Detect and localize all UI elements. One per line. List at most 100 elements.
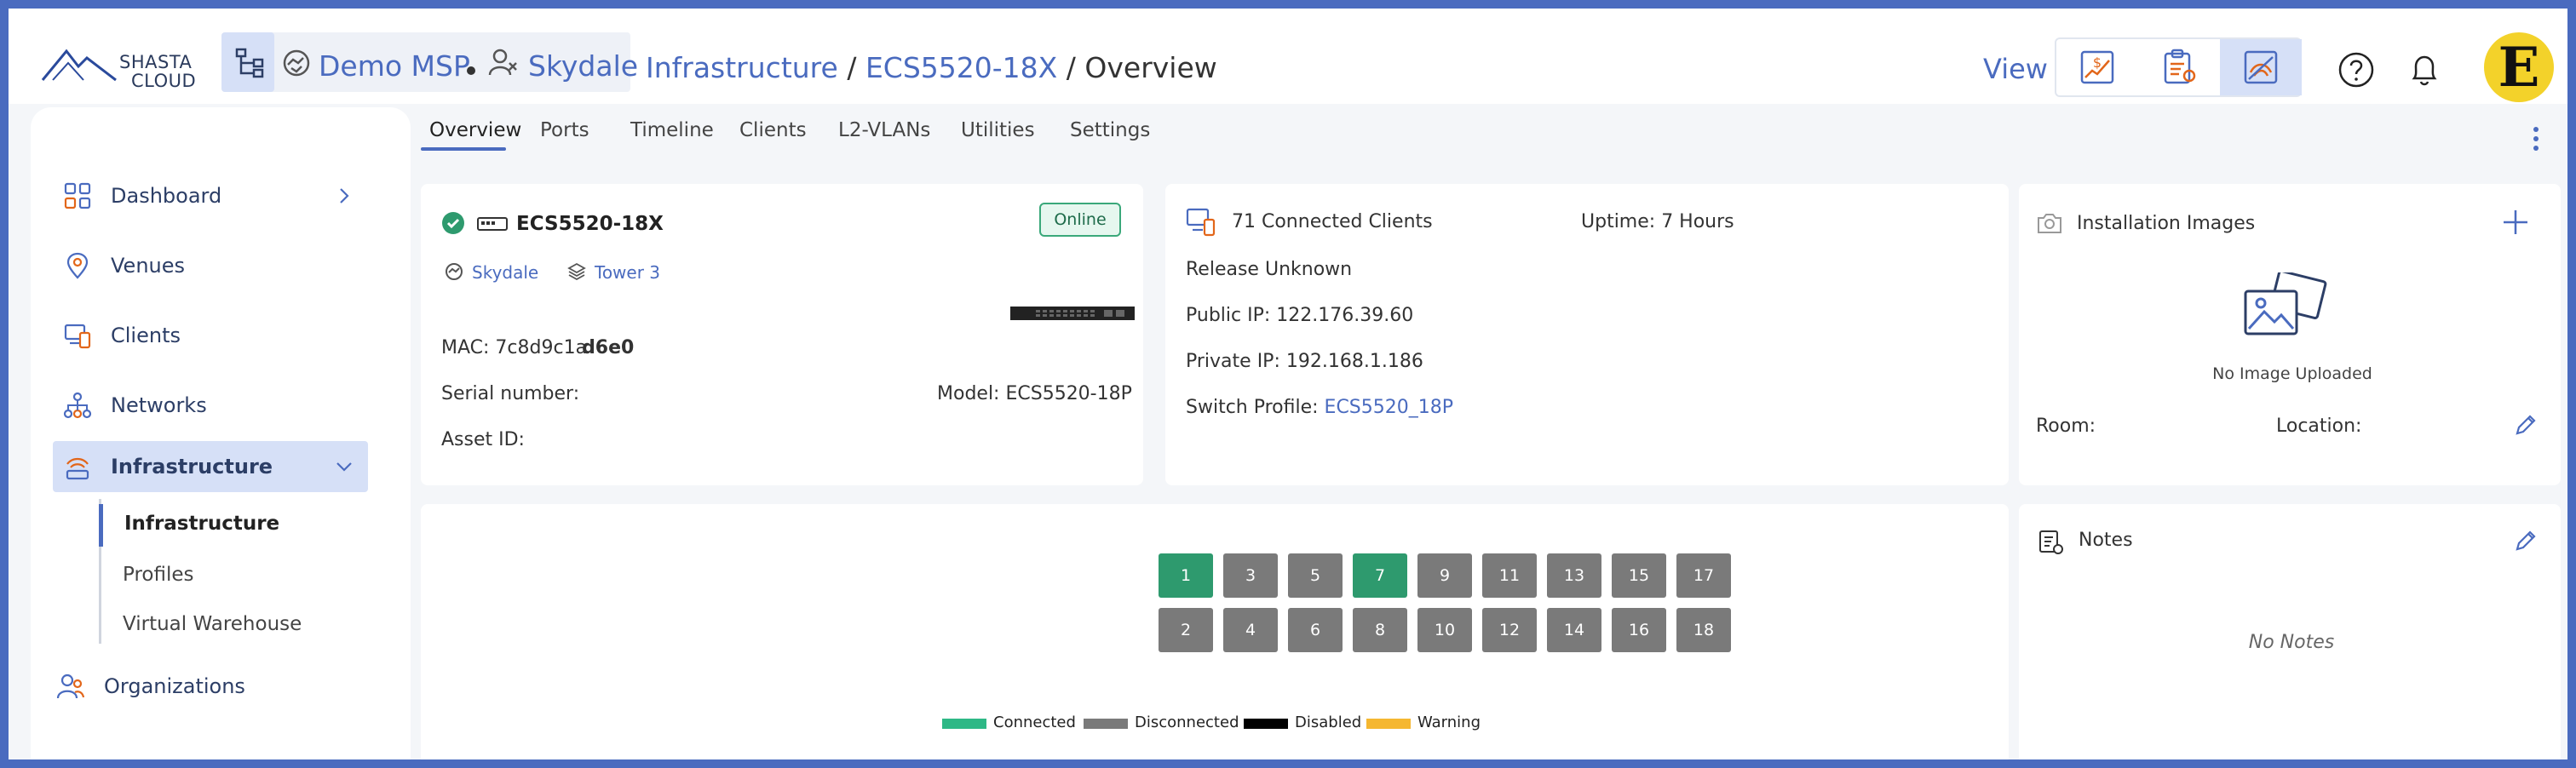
port-18[interactable]: 18: [1676, 608, 1731, 652]
mac-row: MAC: 7c8d9c1ad6e0: [441, 337, 634, 358]
tab-clients[interactable]: Clients: [739, 119, 807, 141]
location-label: Location:: [2276, 416, 2362, 437]
legend-swatch: [942, 719, 986, 729]
chevron-down-icon: [336, 462, 352, 472]
view-switcher: $: [2055, 37, 2302, 97]
tab-timeline[interactable]: Timeline: [630, 119, 714, 141]
tab-utilities[interactable]: Utilities: [961, 119, 1035, 141]
notification-bell-icon[interactable]: [2406, 51, 2443, 89]
port-5[interactable]: 5: [1288, 553, 1343, 598]
breadcrumb-sep: /: [847, 51, 857, 84]
legend-label: Connected: [993, 714, 1076, 731]
tab-l2-vlans[interactable]: L2-VLANs: [838, 119, 930, 141]
legend-swatch: [1244, 719, 1288, 729]
sidebar-item-networks[interactable]: Networks: [53, 380, 368, 431]
port-17[interactable]: 17: [1676, 553, 1731, 598]
organization-users-icon: [488, 49, 517, 76]
breadcrumb-infrastructure[interactable]: Infrastructure: [646, 51, 838, 84]
serial-label: Serial number:: [441, 383, 580, 404]
port-9[interactable]: 9: [1417, 553, 1472, 598]
port-4[interactable]: 4: [1223, 608, 1278, 652]
tower-link[interactable]: Tower 3: [595, 262, 660, 283]
submenu-active-indicator: [99, 504, 103, 547]
port-13[interactable]: 13: [1547, 553, 1601, 598]
user-avatar[interactable]: E: [2484, 32, 2554, 102]
tab-ports[interactable]: Ports: [540, 119, 589, 141]
sidebar-item-clients[interactable]: Clients: [53, 310, 368, 361]
breadcrumb-device[interactable]: ECS5520-18X: [865, 51, 1057, 84]
billing-view-button[interactable]: $: [2056, 39, 2138, 95]
port-1[interactable]: 1: [1159, 553, 1213, 598]
networks-icon: [63, 392, 92, 419]
sidebar-item-venues[interactable]: Venues: [53, 240, 368, 291]
organization-link[interactable]: Skydale: [528, 49, 638, 83]
report-view-button[interactable]: [2138, 39, 2220, 95]
breadcrumb-current: Overview: [1084, 51, 1217, 84]
port-14[interactable]: 14: [1547, 608, 1601, 652]
submenu-virtual-warehouse[interactable]: Virtual Warehouse: [123, 613, 302, 635]
port-15[interactable]: 15: [1612, 553, 1666, 598]
online-check-icon: [442, 212, 464, 234]
venue-icon: [446, 263, 463, 280]
switch-profile-row: Switch Profile: ECS5520_18P: [1186, 397, 1453, 418]
svg-text:$: $: [2093, 54, 2102, 71]
dashboard-icon: [64, 182, 91, 209]
port-16[interactable]: 16: [1612, 608, 1666, 652]
uptime-label: Uptime:: [1581, 211, 1656, 232]
hierarchy-icon: [235, 48, 264, 78]
tab-settings[interactable]: Settings: [1070, 119, 1150, 141]
public-ip-row: Public IP: 122.176.39.60: [1186, 305, 1413, 326]
network-view-button[interactable]: [2220, 39, 2302, 95]
organizations-icon: [56, 673, 85, 699]
port-11[interactable]: 11: [1482, 553, 1537, 598]
port-10[interactable]: 10: [1417, 608, 1472, 652]
port-6[interactable]: 6: [1288, 608, 1343, 652]
port-8[interactable]: 8: [1353, 608, 1407, 652]
sidebar-item-infrastructure[interactable]: Infrastructure: [53, 441, 368, 492]
clients-icon: [64, 324, 91, 349]
legend-label: Warning: [1417, 714, 1481, 731]
legend-swatch: [1084, 719, 1128, 729]
top-header: SHASTA CLOUD Demo MSP Skydale Infrastruc…: [9, 9, 2567, 104]
msp-handshake-icon: [283, 49, 310, 77]
edit-pencil-icon[interactable]: [2513, 412, 2539, 438]
switch-device-icon: [477, 217, 508, 231]
status-badge: Online: [1039, 203, 1121, 237]
port-2[interactable]: 2: [1159, 608, 1213, 652]
shasta-cloud-logo[interactable]: SHASTA CLOUD: [41, 39, 203, 94]
port-12[interactable]: 12: [1482, 608, 1537, 652]
logo-wordmark: SHASTA CLOUD: [119, 53, 196, 90]
breadcrumb-separator-dot: [467, 66, 475, 75]
more-options-icon[interactable]: [2532, 126, 2540, 152]
connected-clients-icon: [1186, 208, 1216, 237]
edit-notes-icon[interactable]: [2513, 528, 2539, 553]
connected-clients[interactable]: 71 Connected Clients: [1232, 211, 1433, 232]
release-row: Release Unknown: [1186, 259, 1352, 280]
submenu-infrastructure[interactable]: Infrastructure: [124, 513, 279, 535]
model-value: ECS5520-18P: [1005, 383, 1132, 404]
private-ip-value: 192.168.1.186: [1285, 351, 1423, 372]
help-icon[interactable]: [2337, 51, 2375, 89]
switch-profile-link[interactable]: ECS5520_18P: [1325, 397, 1453, 418]
notes-title: Notes: [2079, 530, 2133, 551]
no-image-placeholder-icon: [2244, 272, 2327, 335]
location-pin-icon: [66, 252, 89, 279]
breadcrumb: Infrastructure / ECS5520-18X / Overview: [646, 51, 1217, 84]
model-label: Model:: [937, 383, 1000, 404]
mountain-logo-icon: [41, 49, 117, 82]
sidebar-item-dashboard[interactable]: Dashboard: [53, 170, 368, 221]
venue-link[interactable]: Skydale: [472, 262, 538, 283]
tab-overview[interactable]: Overview: [429, 119, 521, 141]
port-3[interactable]: 3: [1223, 553, 1278, 598]
room-label: Room:: [2036, 416, 2096, 437]
no-image-text: No Image Uploaded: [2212, 364, 2372, 383]
legend-swatch: [1366, 719, 1411, 729]
sidebar-item-organizations[interactable]: Organizations: [46, 661, 361, 712]
logo-line1: SHASTA: [119, 52, 193, 72]
mac-label: MAC:: [441, 337, 490, 358]
uptime-row: Uptime: 7 Hours: [1581, 211, 1734, 232]
submenu-profiles[interactable]: Profiles: [123, 564, 194, 586]
add-image-icon[interactable]: [2501, 208, 2530, 237]
msp-link[interactable]: Demo MSP: [319, 49, 470, 83]
port-7[interactable]: 7: [1353, 553, 1407, 598]
